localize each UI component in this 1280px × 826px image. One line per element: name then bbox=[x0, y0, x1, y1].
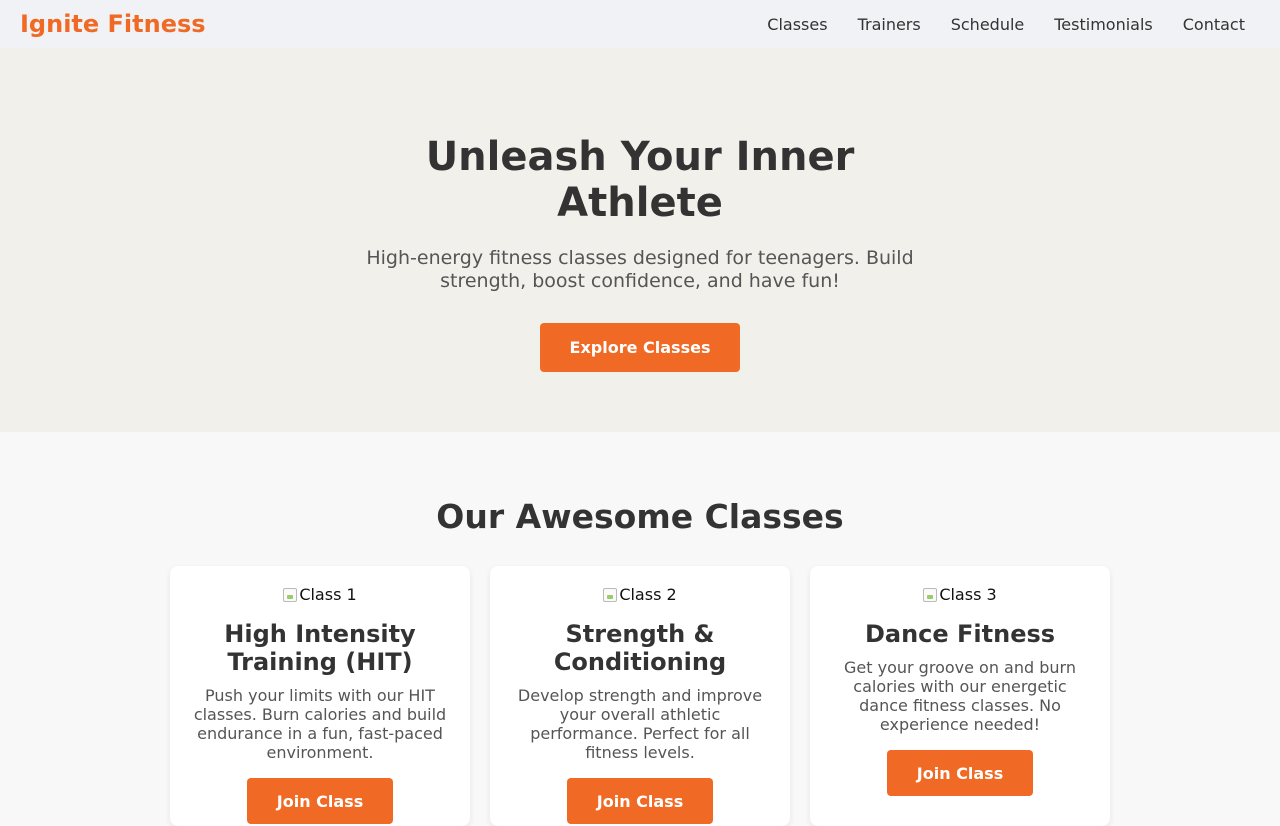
class-card-dance: Class 3 Dance Fitness Get your groove on… bbox=[810, 566, 1110, 826]
class-card-image: Class 3 bbox=[923, 585, 997, 604]
class-card-image-alt: Class 2 bbox=[619, 585, 677, 604]
class-card-description: Get your groove on and burn calories wit… bbox=[844, 658, 1076, 734]
broken-image-icon bbox=[283, 588, 298, 602]
brand-logo[interactable]: Ignite Fitness bbox=[20, 0, 206, 48]
nav-link-trainers[interactable]: Trainers bbox=[858, 15, 921, 34]
class-card-title: Dance Fitness bbox=[864, 620, 1056, 648]
classes-section: Our Awesome Classes Class 1 High Intensi… bbox=[0, 432, 1280, 826]
broken-image-icon bbox=[603, 588, 618, 602]
nav-links: Classes Trainers Schedule Testimonials C… bbox=[767, 15, 1260, 34]
hero-title-line-2: Athlete bbox=[557, 180, 723, 226]
join-class-button[interactable]: Join Class bbox=[567, 778, 713, 824]
class-card-image: Class 2 bbox=[603, 585, 677, 604]
classes-section-title: Our Awesome Classes bbox=[436, 497, 844, 536]
join-class-button[interactable]: Join Class bbox=[247, 778, 393, 824]
hero-title: Unleash Your Inner Athlete bbox=[0, 134, 1280, 226]
nav-link-contact[interactable]: Contact bbox=[1183, 15, 1245, 34]
hero-section: Unleash Your Inner Athlete High-energy f… bbox=[0, 48, 1280, 432]
class-card-image-alt: Class 1 bbox=[299, 585, 357, 604]
broken-image-icon bbox=[923, 588, 938, 602]
explore-classes-button[interactable]: Explore Classes bbox=[540, 323, 740, 372]
class-card-image: Class 1 bbox=[283, 585, 357, 604]
class-card-hit: Class 1 High Intensity Training (HIT) Pu… bbox=[170, 566, 470, 826]
hero-subtitle: High-energy fitness classes designed for… bbox=[366, 247, 914, 292]
class-card-description: Push your limits with our HIT classes. B… bbox=[193, 686, 447, 762]
class-card-strength: Class 2 Strength & Conditioning Develop … bbox=[490, 566, 790, 826]
join-class-button[interactable]: Join Class bbox=[887, 750, 1033, 796]
nav-link-classes[interactable]: Classes bbox=[767, 15, 827, 34]
class-card-title: Strength & Conditioning bbox=[553, 620, 727, 676]
class-card-title: High Intensity Training (HIT) bbox=[224, 620, 416, 676]
class-card-description: Develop strength and improve your overal… bbox=[517, 686, 763, 762]
top-navbar: Ignite Fitness Classes Trainers Schedule… bbox=[0, 0, 1280, 48]
hero-title-line-1: Unleash Your Inner bbox=[425, 134, 855, 180]
nav-link-testimonials[interactable]: Testimonials bbox=[1054, 15, 1153, 34]
nav-link-schedule[interactable]: Schedule bbox=[951, 15, 1025, 34]
class-card-image-alt: Class 3 bbox=[939, 585, 997, 604]
